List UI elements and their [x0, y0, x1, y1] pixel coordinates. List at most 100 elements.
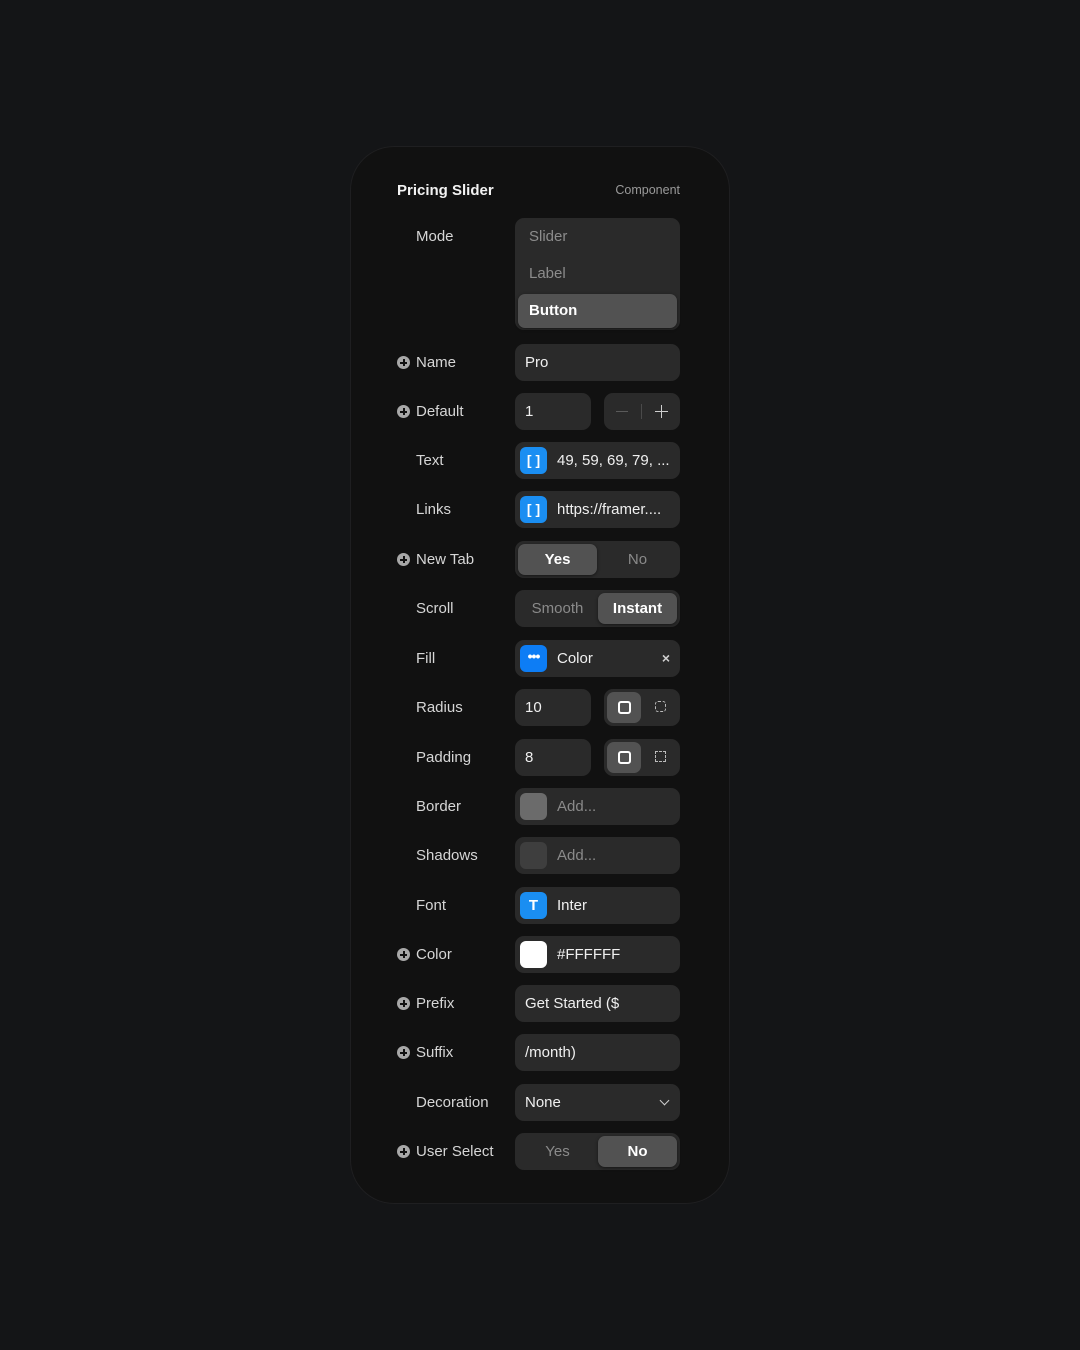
fill-label: Fill — [416, 650, 436, 667]
suffix-input[interactable]: /month) — [515, 1034, 680, 1071]
new-tab-no[interactable]: No — [598, 544, 677, 575]
prefix-input[interactable]: Get Started ($ — [515, 985, 680, 1022]
uniform-corners-icon — [618, 701, 631, 714]
panel-title: Pricing Slider — [397, 181, 494, 199]
add-variable-icon[interactable] — [397, 1046, 410, 1059]
uniform-padding-icon — [618, 751, 631, 764]
shadows-row: Shadows Add... — [397, 837, 680, 874]
font-row: Font T Inter — [397, 887, 680, 924]
fill-input[interactable]: ••• Color × — [515, 640, 680, 677]
links-row: Links [ ] https://framer.... — [397, 491, 680, 528]
padding-value: 8 — [525, 749, 534, 766]
color-input[interactable]: #FFFFFF — [515, 936, 680, 973]
name-value: Pro — [525, 354, 549, 371]
default-row: Default 1 — [397, 393, 680, 430]
user-select-label: User Select — [416, 1143, 494, 1160]
new-tab-row: New Tab Yes No — [397, 541, 680, 578]
mode-label: Mode — [416, 228, 454, 245]
prefix-row: Prefix Get Started ($ — [397, 985, 680, 1022]
individual-corners-button[interactable] — [644, 692, 678, 723]
plus-icon[interactable] — [655, 405, 668, 418]
color-value: #FFFFFF — [557, 946, 621, 963]
color-swatch[interactable] — [520, 941, 547, 968]
default-input[interactable]: 1 — [515, 393, 591, 430]
mode-option-button[interactable]: Button — [518, 294, 677, 328]
font-value: Inter — [557, 897, 588, 914]
new-tab-yes[interactable]: Yes — [518, 544, 597, 575]
array-bracket-icon: [ ] — [520, 496, 547, 523]
uniform-padding-button[interactable] — [607, 742, 641, 773]
default-stepper — [604, 393, 680, 430]
links-array-input[interactable]: [ ] https://framer.... — [515, 491, 680, 528]
links-label: Links — [416, 501, 452, 518]
more-dots-icon[interactable]: ••• — [520, 645, 547, 672]
add-variable-icon[interactable] — [397, 405, 410, 418]
padding-label: Padding — [416, 749, 472, 766]
individual-corners-icon — [655, 701, 666, 712]
panel-subtitle: Component — [615, 183, 680, 197]
border-input[interactable]: Add... — [515, 788, 680, 825]
suffix-row: Suffix /month) — [397, 1034, 680, 1071]
name-input[interactable]: Pro — [515, 344, 680, 381]
minus-icon[interactable] — [616, 410, 628, 412]
add-variable-icon[interactable] — [397, 1145, 410, 1158]
prefix-value: Get Started ($ — [525, 995, 620, 1012]
padding-mode-toggle — [604, 739, 680, 776]
padding-input[interactable]: 8 — [515, 739, 591, 776]
shadows-label: Shadows — [416, 847, 478, 864]
scroll-label: Scroll — [416, 600, 454, 617]
user-select-segmented-control: Yes No — [515, 1133, 680, 1170]
font-input[interactable]: T Inter — [515, 887, 680, 924]
default-label: Default — [416, 403, 464, 420]
mode-option-label[interactable]: Label — [518, 257, 677, 291]
text-array-input[interactable]: [ ] 49, 59, 69, 79, ... — [515, 442, 680, 479]
add-variable-icon[interactable] — [397, 948, 410, 961]
fill-row: Fill ••• Color × — [397, 640, 680, 677]
mode-option-slider[interactable]: Slider — [518, 220, 677, 254]
border-row: Border Add... — [397, 788, 680, 825]
radius-mode-toggle — [604, 689, 680, 726]
color-label: Color — [416, 946, 452, 963]
add-variable-icon[interactable] — [397, 356, 410, 369]
shadows-input[interactable]: Add... — [515, 837, 680, 874]
array-bracket-icon: [ ] — [520, 447, 547, 474]
suffix-value: /month) — [525, 1044, 576, 1061]
decoration-select[interactable]: None — [515, 1084, 680, 1121]
suffix-label: Suffix — [416, 1044, 454, 1061]
panel-header: Pricing Slider Component — [397, 180, 680, 200]
name-row: Name Pro — [397, 344, 680, 381]
add-variable-icon[interactable] — [397, 997, 410, 1010]
new-tab-label: New Tab — [416, 551, 475, 568]
individual-padding-button[interactable] — [644, 742, 678, 773]
mode-options-list: Slider Label Button — [515, 218, 680, 330]
scroll-row: Scroll Smooth Instant — [397, 590, 680, 627]
user-select-yes[interactable]: Yes — [518, 1136, 597, 1167]
scroll-instant[interactable]: Instant — [598, 593, 677, 624]
stepper-divider — [641, 404, 642, 419]
scroll-smooth[interactable]: Smooth — [518, 593, 597, 624]
chevron-down-icon — [659, 1095, 670, 1106]
add-variable-icon[interactable] — [397, 553, 410, 566]
radius-input[interactable]: 10 — [515, 689, 591, 726]
decoration-row: Decoration None — [397, 1084, 680, 1121]
uniform-corners-button[interactable] — [607, 692, 641, 723]
text-type-icon: T — [520, 892, 547, 919]
color-row: Color #FFFFFF — [397, 936, 680, 973]
border-swatch — [520, 793, 547, 820]
fill-value: Color — [557, 650, 593, 667]
border-placeholder: Add... — [557, 798, 597, 815]
text-value: 49, 59, 69, 79, ... — [557, 452, 670, 469]
radius-row: Radius 10 — [397, 689, 680, 726]
user-select-row: User Select Yes No — [397, 1133, 680, 1170]
shadows-placeholder: Add... — [557, 847, 597, 864]
scroll-segmented-control: Smooth Instant — [515, 590, 680, 627]
border-label: Border — [416, 798, 462, 815]
text-row: Text [ ] 49, 59, 69, 79, ... — [397, 442, 680, 479]
padding-row: Padding 8 — [397, 739, 680, 776]
close-icon[interactable]: × — [662, 640, 670, 677]
individual-padding-icon — [655, 751, 666, 762]
properties-panel: Pricing Slider Component Mode Slider Lab… — [350, 146, 730, 1204]
mode-row: Mode Slider Label Button — [397, 218, 680, 330]
shadows-swatch — [520, 842, 547, 869]
user-select-no[interactable]: No — [598, 1136, 677, 1167]
